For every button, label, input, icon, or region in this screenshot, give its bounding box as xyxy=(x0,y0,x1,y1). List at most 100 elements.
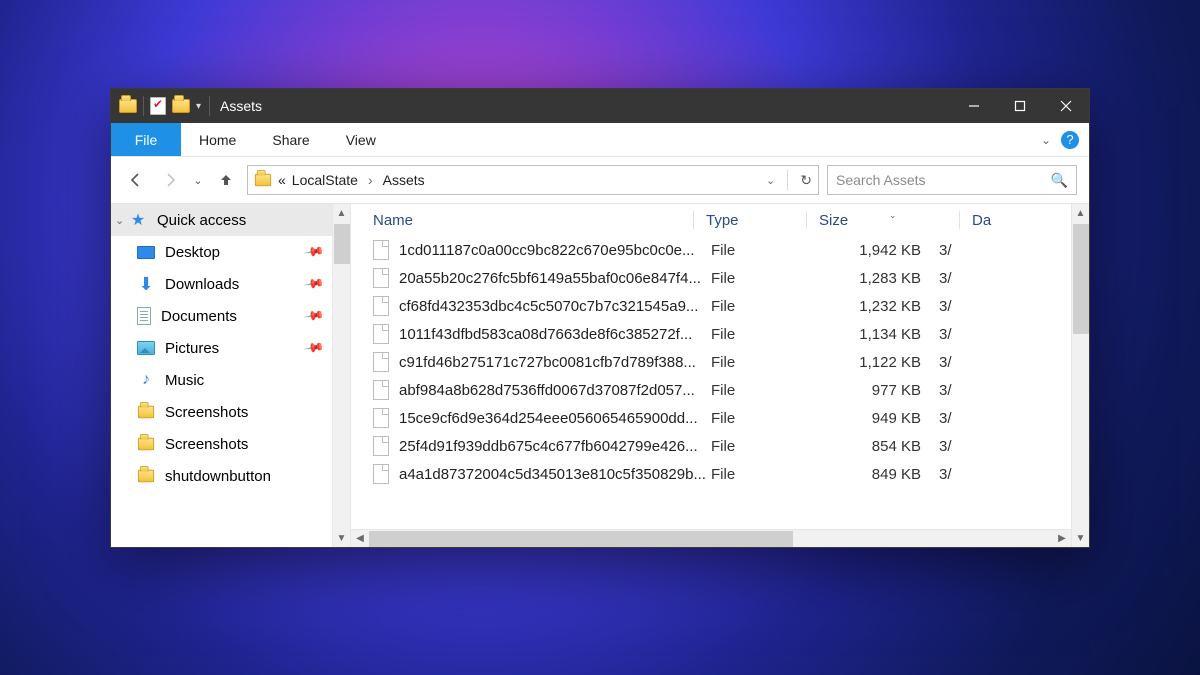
file-icon xyxy=(373,296,389,316)
titlebar[interactable]: ▾ Assets xyxy=(111,89,1089,123)
hscroll-thumb[interactable] xyxy=(369,531,793,547)
file-type: File xyxy=(711,298,811,315)
downloads-icon: ⬇ xyxy=(137,275,155,293)
sidebar-item-desktop[interactable]: Desktop📌 xyxy=(111,236,332,268)
sidebar-item-shutdownbutton[interactable]: shutdownbutton xyxy=(111,460,332,492)
new-folder-icon[interactable] xyxy=(172,99,190,113)
documents-icon xyxy=(137,307,151,325)
file-name: a4a1d87372004c5d345013e810c5f350829b... xyxy=(399,466,711,483)
sidebar-item-downloads[interactable]: ⬇Downloads📌 xyxy=(111,268,332,300)
tab-home[interactable]: Home xyxy=(181,123,254,156)
sidebar-item-label: Screenshots xyxy=(165,404,248,421)
file-name: cf68fd432353dbc4c5c5070c7b7c321545a9... xyxy=(399,298,711,315)
tab-share[interactable]: Share xyxy=(254,123,327,156)
properties-icon[interactable] xyxy=(150,97,166,115)
sidebar-header-label: Quick access xyxy=(157,212,246,229)
file-row[interactable]: cf68fd432353dbc4c5c5070c7b7c321545a9...F… xyxy=(351,292,1071,320)
search-box[interactable]: 🔍 xyxy=(827,165,1077,195)
pin-icon: 📌 xyxy=(303,241,325,263)
address-divider xyxy=(787,170,788,190)
file-name: 25f4d91f939ddb675c4c677fb6042799e426... xyxy=(399,438,711,455)
file-icon xyxy=(373,324,389,344)
help-icon[interactable]: ? xyxy=(1061,131,1079,149)
column-name[interactable]: Name xyxy=(373,212,693,229)
sidebar-item-label: Screenshots xyxy=(165,436,248,453)
file-date: 3/ xyxy=(939,410,1071,427)
address-bar[interactable]: « LocalState › Assets ⌄ ↻ xyxy=(247,165,819,195)
file-scrollbar[interactable]: ▲ ▼ xyxy=(1071,204,1089,547)
forward-button[interactable] xyxy=(157,167,183,193)
star-icon: ★ xyxy=(129,211,147,229)
column-date[interactable]: Da xyxy=(972,212,1071,229)
breadcrumb-part-1[interactable]: Assets xyxy=(383,172,425,188)
file-row[interactable]: abf984a8b628d7536ffd0067d37087f2d057...F… xyxy=(351,376,1071,404)
column-headers: Name Type ⌄Size Da xyxy=(351,204,1071,236)
music-icon: ♪ xyxy=(137,371,155,389)
file-name: 1cd011187c0a00cc9bc822c670e95bc0c0e... xyxy=(399,242,711,259)
file-size: 1,134 KB xyxy=(811,326,939,343)
file-row[interactable]: 25f4d91f939ddb675c4c677fb6042799e426...F… xyxy=(351,432,1071,460)
file-type: File xyxy=(711,438,811,455)
scroll-up-icon[interactable]: ▲ xyxy=(1072,204,1089,222)
sidebar-quick-access[interactable]: ⌄ ★ Quick access xyxy=(111,204,332,236)
file-date: 3/ xyxy=(939,242,1071,259)
qat-dropdown-icon[interactable]: ▾ xyxy=(196,101,201,112)
sidebar-item-documents[interactable]: Documents📌 xyxy=(111,300,332,332)
back-button[interactable] xyxy=(123,167,149,193)
body: ⌄ ★ Quick access Desktop📌⬇Downloads📌Documen… xyxy=(111,203,1089,547)
up-button[interactable] xyxy=(213,167,239,193)
file-menu[interactable]: File xyxy=(111,123,181,156)
window-title: Assets xyxy=(220,98,262,114)
scroll-left-icon[interactable]: ◀ xyxy=(351,530,369,547)
file-row[interactable]: a4a1d87372004c5d345013e810c5f350829b...F… xyxy=(351,460,1071,488)
file-type: File xyxy=(711,270,811,287)
file-row[interactable]: 15ce9cf6d9e364d254eee056065465900dd...Fi… xyxy=(351,404,1071,432)
search-input[interactable] xyxy=(836,172,1051,188)
folder-icon xyxy=(137,435,155,453)
scroll-up-icon[interactable]: ▲ xyxy=(333,204,350,222)
scroll-down-icon[interactable]: ▼ xyxy=(1072,529,1089,547)
file-scroll-thumb[interactable] xyxy=(1073,224,1089,334)
file-icon xyxy=(373,352,389,372)
chevron-right-icon[interactable]: › xyxy=(364,172,377,188)
sidebar-item-music[interactable]: ♪Music xyxy=(111,364,332,396)
recent-locations-button[interactable]: ⌄ xyxy=(191,167,205,193)
folder-icon xyxy=(137,467,155,485)
file-size: 949 KB xyxy=(811,410,939,427)
refresh-icon[interactable]: ↻ xyxy=(800,172,812,189)
sidebar-item-screenshots[interactable]: Screenshots xyxy=(111,396,332,428)
file-size: 1,942 KB xyxy=(811,242,939,259)
file-row[interactable]: 1cd011187c0a00cc9bc822c670e95bc0c0e...Fi… xyxy=(351,236,1071,264)
breadcrumb-overflow[interactable]: « xyxy=(278,172,286,188)
sidebar-item-screenshots[interactable]: Screenshots xyxy=(111,428,332,460)
scroll-down-icon[interactable]: ▼ xyxy=(333,529,350,547)
ribbon-collapse-icon[interactable]: ⌄ xyxy=(1041,133,1051,147)
qat-divider xyxy=(143,96,144,116)
folder-icon xyxy=(119,99,137,113)
close-button[interactable] xyxy=(1043,89,1089,123)
file-type: File xyxy=(711,354,811,371)
horizontal-scrollbar[interactable]: ◀ ▶ xyxy=(351,529,1071,547)
file-row[interactable]: 1011f43dfbd583ca08d7663de8f6c385272f...F… xyxy=(351,320,1071,348)
tab-view[interactable]: View xyxy=(328,123,394,156)
file-icon xyxy=(373,464,389,484)
file-icon xyxy=(373,380,389,400)
maximize-button[interactable] xyxy=(997,89,1043,123)
file-pane: Name Type ⌄Size Da 1cd011187c0a00cc9bc82… xyxy=(351,204,1089,547)
search-icon[interactable]: 🔍 xyxy=(1051,172,1068,189)
file-row[interactable]: 20a55b20c276fc5bf6149a55baf0c06e847f4...… xyxy=(351,264,1071,292)
sidebar-scrollbar[interactable]: ▲ ▼ xyxy=(332,204,350,547)
sidebar-item-pictures[interactable]: Pictures📌 xyxy=(111,332,332,364)
file-size: 849 KB xyxy=(811,466,939,483)
file-row[interactable]: c91fd46b275171c727bc0081cfb7d789f388...F… xyxy=(351,348,1071,376)
breadcrumb-part-0[interactable]: LocalState xyxy=(292,172,358,188)
file-name: 15ce9cf6d9e364d254eee056065465900dd... xyxy=(399,410,711,427)
address-dropdown-icon[interactable]: ⌄ xyxy=(766,174,775,187)
chevron-down-icon[interactable]: ⌄ xyxy=(115,214,124,227)
scroll-right-icon[interactable]: ▶ xyxy=(1053,530,1071,547)
nav-row: ⌄ « LocalState › Assets ⌄ ↻ 🔍 xyxy=(111,157,1089,203)
column-type[interactable]: Type xyxy=(706,212,806,229)
minimize-button[interactable] xyxy=(951,89,997,123)
column-size[interactable]: ⌄Size xyxy=(819,212,959,229)
sidebar-scroll-thumb[interactable] xyxy=(334,224,350,264)
